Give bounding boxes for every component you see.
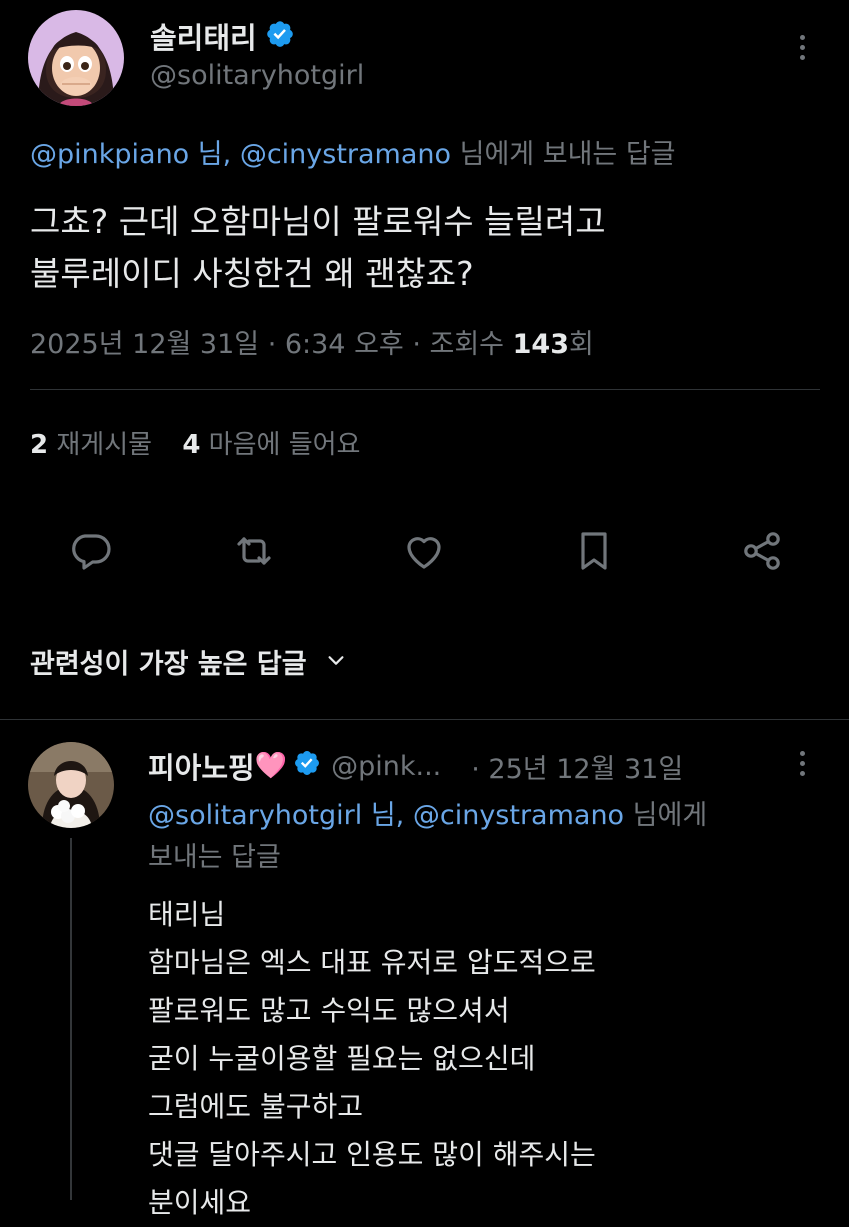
- view-count: 143: [512, 329, 569, 360]
- reply-display-name[interactable]: 피아노핑: [148, 745, 255, 787]
- retweet-icon[interactable]: [230, 527, 278, 575]
- share-icon[interactable]: [738, 527, 786, 575]
- pink-heart-icon: 🩷: [254, 751, 288, 781]
- avatar[interactable]: [28, 10, 124, 106]
- divider: [0, 719, 849, 720]
- tweet-text-line: 그쵸? 근데 오함마님이 팔로워수 늘릴려고: [30, 202, 606, 241]
- tweet-text-line: 불루레이디 사칭한건 왜 괜찮죠?: [30, 254, 474, 293]
- reply-to-suffix: 보내는 답글: [148, 842, 281, 873]
- reply-date[interactable]: · 25년 12월 31일: [471, 747, 683, 786]
- verified-badge-icon: [265, 19, 295, 53]
- reply-text-line: 굳이 누굴이용할 필요는 없으신데: [148, 1042, 536, 1075]
- thread-line: [70, 838, 72, 1200]
- mention-link[interactable]: @cinystramano: [413, 800, 624, 831]
- reply-to-line: @solitaryhotgirl 님, @cinystramano 님에게 보내…: [148, 795, 828, 879]
- tweet-meta: 2025년 12월 31일 · 6:34 오후 · 조회수 143회: [30, 322, 594, 361]
- reply-sort-dropdown[interactable]: 관련성이 가장 높은 답글: [30, 642, 347, 681]
- chevron-down-icon: [325, 649, 347, 675]
- reply-text-line: 분이세요: [148, 1186, 252, 1219]
- reply-header: 피아노핑 🩷 @pink... · 25년 12월 31일: [148, 744, 683, 788]
- retweets-label: 재게시물: [56, 430, 153, 460]
- engagement-stats: 2 재게시물 4 마음에 들어요: [30, 424, 360, 461]
- handle[interactable]: @solitaryhotgirl: [150, 60, 364, 91]
- mention-link[interactable]: @solitaryhotgirl 님,: [148, 800, 404, 831]
- reply-text-line: 태리님: [148, 898, 226, 931]
- mention-link[interactable]: @pinkpiano 님,: [30, 139, 231, 170]
- verified-badge-icon: [293, 749, 321, 784]
- display-name[interactable]: 솔리태리: [150, 15, 257, 57]
- retweet-stat[interactable]: 2 재게시물: [30, 430, 160, 460]
- like-stat[interactable]: 4 마음에 들어요: [182, 430, 360, 460]
- more-options-icon[interactable]: [792, 746, 812, 786]
- more-options-icon[interactable]: [792, 30, 812, 70]
- reply-avatar[interactable]: [28, 742, 114, 828]
- reply-to-suffix: 님에게 보내는 답글: [459, 139, 676, 170]
- divider: [30, 389, 820, 390]
- bookmark-icon[interactable]: [570, 527, 618, 575]
- reply-icon[interactable]: [67, 527, 115, 575]
- reply-handle[interactable]: @pink...: [331, 751, 441, 782]
- reply-to-suffix: 님에게: [632, 800, 708, 831]
- reply-sort-label: 관련성이 가장 높은 답글: [30, 649, 307, 680]
- likes-count: 4: [182, 430, 201, 460]
- mention-link[interactable]: @cinystramano: [240, 139, 451, 170]
- tweet-text: 그쵸? 근데 오함마님이 팔로워수 늘릴려고 불루레이디 사칭한건 왜 괜찮죠?: [30, 196, 606, 300]
- reply-text-line: 함마님은 엑스 대표 유저로 압도적으로: [148, 946, 596, 979]
- reply-text: 태리님 함마님은 엑스 대표 유저로 압도적으로 팔로워도 많고 수익도 많으셔…: [148, 891, 596, 1227]
- likes-label: 마음에 들어요: [208, 430, 361, 460]
- timestamp[interactable]: 2025년 12월 31일 · 6:34 오후 · 조회수: [30, 329, 504, 360]
- reply-text-line: 댓글 달아주시고 인용도 많이 해주시는: [148, 1138, 596, 1171]
- view-count-suffix: 회: [569, 329, 594, 360]
- reply-text-line: 팔로워도 많고 수익도 많으셔서: [148, 994, 510, 1027]
- reply-to-line: @pinkpiano 님, @cinystramano 님에게 보내는 답글: [30, 132, 676, 171]
- reply-text-line: 그럼에도 불구하고: [148, 1090, 363, 1123]
- heart-icon[interactable]: [400, 527, 448, 575]
- retweets-count: 2: [30, 430, 49, 460]
